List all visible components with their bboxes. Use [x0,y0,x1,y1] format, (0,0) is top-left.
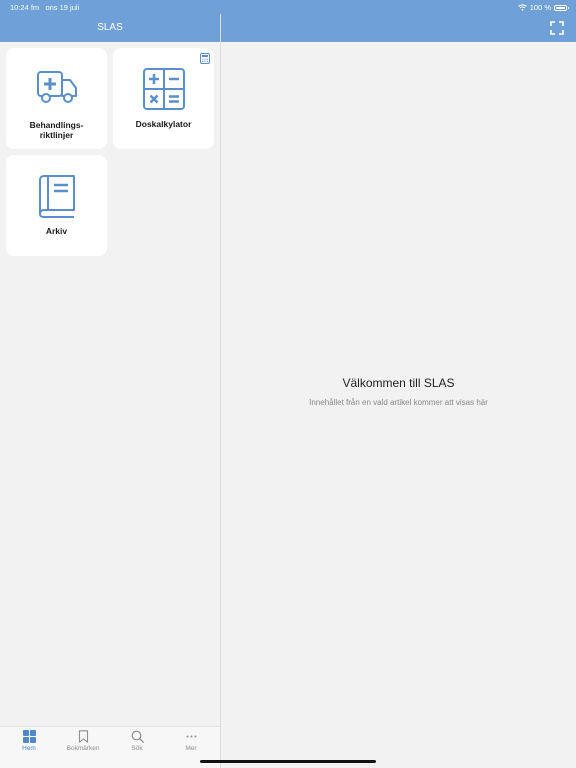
detail-nav-bar [221,14,576,42]
tab-mer[interactable]: Mer [164,730,218,752]
tile-doskalkylator[interactable]: Doskalkylator [113,48,214,149]
master-nav-bar: SLAS [0,14,220,42]
search-icon [131,730,144,743]
tab-bokmarken[interactable]: Bokmärken [56,730,110,752]
tile-label: Arkiv [45,226,68,236]
tab-label: Mer [185,745,197,752]
expand-icon[interactable] [550,21,564,35]
page-title: SLAS [97,22,123,33]
tile-label: Doskalkylator [135,119,192,129]
tab-label: Hem [22,745,36,752]
tile-behandlingsriktlinjer[interactable]: Behandlings- riktlinjer [6,48,107,149]
home-indicator [200,760,376,763]
tile-label: Behandlings- riktlinjer [29,120,84,140]
battery-level [556,6,565,9]
calculator-icon [142,68,185,110]
tab-hem[interactable]: Hem [2,730,56,752]
battery-percentage: 100 % [529,3,551,12]
status-time-date: 10:24 fm ons 19 juli [10,3,80,12]
grid-icon [22,730,36,743]
more-icon [186,735,196,738]
tab-bar: Hem Bokmärken Sök Mer [0,726,220,768]
split-view-divider [220,0,221,768]
bookmark-icon [78,730,88,743]
status-indicators: 100 % [517,3,569,12]
tab-label: Bokmärken [66,745,100,752]
welcome-title: Välkommen till SLAS [342,376,455,390]
welcome-subtitle: Innehållet från en vald artikel kommer a… [309,398,488,407]
tab-sok[interactable]: Sök [110,730,164,752]
status-bar: 10:24 fm ons 19 juli 100 % [0,0,576,14]
tab-label: Sök [131,745,143,752]
battery-icon [554,4,569,11]
book-icon [38,175,75,218]
small-calculator-icon [200,53,210,64]
wifi-icon [517,4,527,11]
tile-arkiv[interactable]: Arkiv [6,155,107,256]
ambulance-icon [36,71,77,103]
